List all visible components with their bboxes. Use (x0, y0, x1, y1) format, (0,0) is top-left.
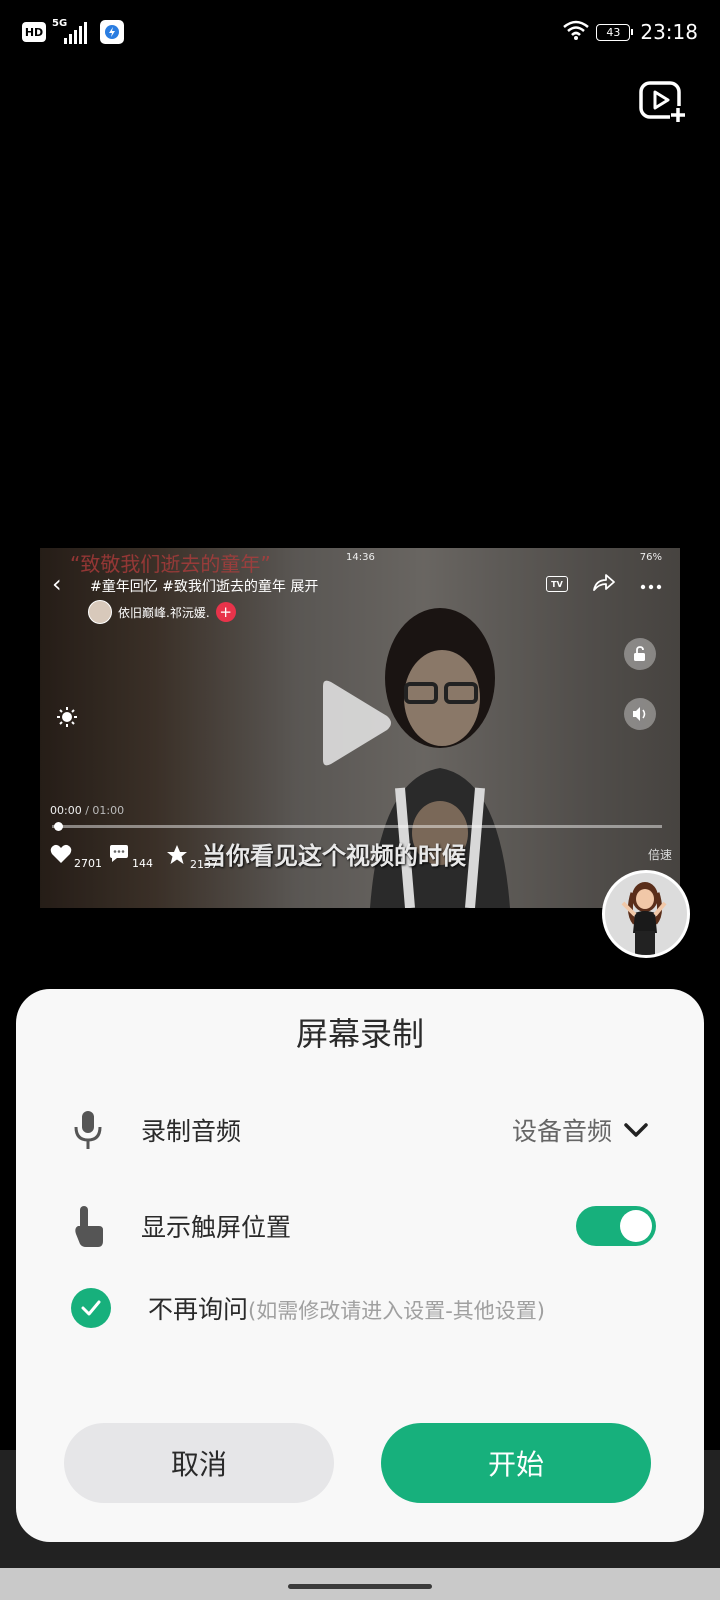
touch-toggle[interactable] (576, 1206, 656, 1246)
toggle-knob (620, 1210, 652, 1242)
wifi-icon (562, 19, 590, 45)
video-preview: “致敬我们逝去的童年” 14:36 76% ‹ #童年回忆 #致我们逝去的童年 … (40, 548, 680, 908)
comment-count: 144 (132, 857, 153, 870)
volume-icon[interactable] (624, 698, 656, 730)
follow-button[interactable]: + (215, 602, 236, 622)
floating-avatar[interactable] (602, 870, 690, 958)
chevron-down-icon (624, 1123, 648, 1137)
checkmark-icon[interactable] (71, 1288, 111, 1328)
touch-label: 显示触屏位置 (141, 1213, 292, 1242)
battery-icon: 43 (596, 23, 634, 41)
status-bar: HD 5G 43 23:18 (0, 0, 720, 64)
video-title: #童年回忆 #致我们逝去的童年 展开 (90, 579, 319, 595)
audio-source-select[interactable]: 设备音频 (512, 1112, 648, 1148)
clock: 23:18 (640, 20, 698, 44)
favorite-count: 2137 (190, 858, 218, 871)
start-button[interactable]: 开始 (381, 1423, 651, 1503)
video-progress-time: 00:00 / 01:00 (50, 804, 124, 817)
video-status-bar: 14:36 76% (40, 552, 680, 566)
brightness-icon[interactable] (56, 706, 78, 732)
app-notification-icon (100, 20, 124, 44)
favorite-stat[interactable]: 2137 (166, 844, 218, 871)
audio-source-value: 设备音频 (511, 1117, 612, 1146)
author-avatar[interactable] (88, 600, 112, 624)
author-name: 依旧巅峰.祁沅媛. (118, 605, 210, 620)
progress-current: 00:00 (50, 804, 82, 817)
signal-icon: 5G (52, 18, 92, 44)
like-stat[interactable]: 2701 (50, 844, 102, 870)
hd-badge: HD (22, 22, 46, 42)
heart-icon (50, 844, 72, 863)
cancel-button[interactable]: 取消 (64, 1423, 334, 1503)
audio-label: 录制音频 (141, 1117, 242, 1146)
no-ask-label: 不再询问 (148, 1295, 249, 1324)
gesture-handle[interactable] (288, 1584, 432, 1589)
back-icon[interactable]: ‹ (52, 570, 62, 598)
comment-icon (110, 845, 128, 862)
video-add-icon[interactable] (638, 80, 686, 124)
no-ask-hint: (如需修改请进入设置-其他设置) (248, 1299, 545, 1323)
video-status-time: 14:36 (346, 552, 375, 563)
dialog-title: 屏幕录制 (295, 1015, 424, 1053)
tv-cast-icon[interactable]: TV (546, 576, 568, 592)
no-ask-row[interactable]: 不再询问(如需修改请进入设置-其他设置) (16, 1278, 704, 1338)
speed-button[interactable]: 倍速 (648, 846, 672, 863)
touch-row[interactable]: 显示触屏位置 (16, 1196, 704, 1256)
touch-hand-icon (68, 1204, 108, 1248)
video-subtitle: 当你看见这个视频的时候 (202, 842, 466, 870)
audio-row[interactable]: 录制音频 设备音频 (16, 1100, 704, 1160)
progress-total: / 01:00 (85, 804, 125, 817)
microphone-icon (68, 1108, 108, 1152)
screen-record-dialog: 屏幕录制 录制音频 设备音频 显示触屏位置 不再询问(如需修改请进入设置-其他设… (16, 989, 704, 1542)
comment-stat[interactable]: 144 (108, 844, 153, 870)
star-icon (167, 845, 187, 864)
video-status-battery: 76% (639, 552, 662, 563)
video-author[interactable]: 依旧巅峰.祁沅媛. + (88, 600, 236, 624)
no-ask-text: 不再询问(如需修改请进入设置-其他设置) (148, 1290, 545, 1326)
share-icon[interactable] (592, 572, 616, 596)
lock-icon[interactable] (624, 638, 656, 670)
video-progress-bar[interactable] (52, 822, 662, 831)
like-count: 2701 (74, 857, 102, 870)
more-icon[interactable] (640, 575, 662, 594)
play-icon[interactable] (315, 678, 395, 772)
